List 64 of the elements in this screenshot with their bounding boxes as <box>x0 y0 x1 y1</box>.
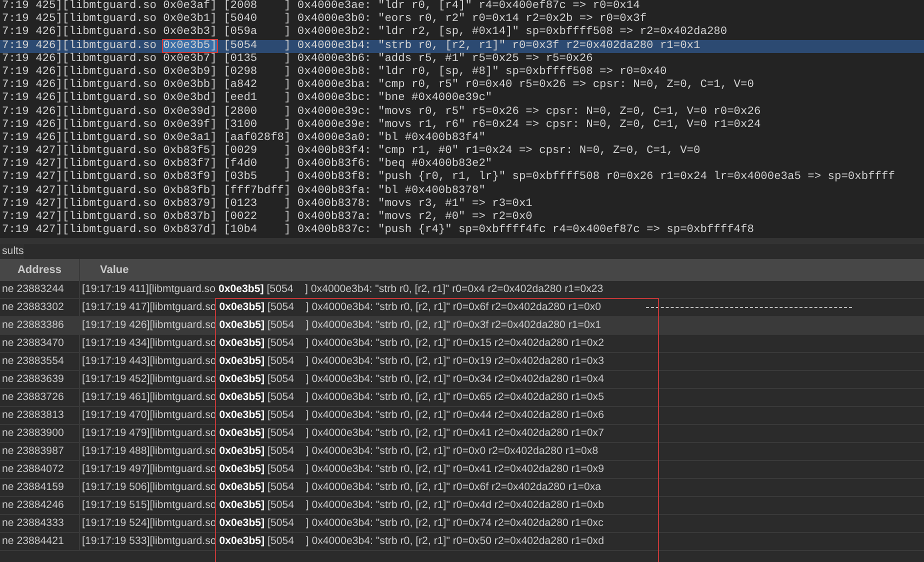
log-line[interactable]: 7:19 426][libmtguard.so 0x0e39d] [2800 ] 0x4000e39c: "movs r0, r5" r5=0x26 => cpsr: N=0, Z=0, C=1, V=0 r0=0x26 <box>0 106 924 119</box>
table-cell-text: [19:17:19 524][libmtguard.so 0x0e3b5] [5054 ] 0x4000e3b4: "strb r0, [r2, r1]" r0=0x74 r2=0x402da280 r1=0xc <box>81 516 604 531</box>
log-line[interactable]: 7:19 426][libmtguard.so 0x0e3bd] [eed1 ] 0x4000e3bc: "bne #0x4000e39c" <box>0 92 924 106</box>
table-cell-text: [19:17:19 452][libmtguard.so 0x0e3b5] [5054 ] 0x4000e3b4: "strb r0, [r2, r1]" r0=0x34 r2=0x402da280 r1=0x4 <box>81 372 604 387</box>
table-cell-text: [19:17:19 426][libmtguard.so 0x0e3b5] [5054 ] 0x4000e3b4: "strb r0, [r2, r1]" r0=0x3f r2=0x402da280 r1=0x1 <box>81 318 602 333</box>
table-cell: ne 23883900 <box>0 425 80 442</box>
result-row[interactable]: ne 23883987 [19:17:19 488][libmtguard.so 0x0e3b5] [5054 ] 0x4000e3b4: "strb r0, [r2, r1]" r0=0x0 r2=0x402da280 r1=0x8 <box>0 443 924 461</box>
result-row[interactable]: ne 23883726 [19:17:19 461][libmtguard.so 0x0e3b5] [5054 ] 0x4000e3b4: "strb r0, [r2, r1]" r0=0x65 r2=0x402da280 r1=0x5 <box>0 389 924 407</box>
table-cell-text: [19:17:19 488][libmtguard.so 0x0e3b5] [5054 ] 0x4000e3b4: "strb r0, [r2, r1]" r0=0x0 r2=0x402da280 r1=0x8 <box>81 444 598 459</box>
column-header[interactable]: Value <box>80 259 129 281</box>
result-row[interactable]: ne 23884421 [19:17:19 533][libmtguard.so 0x0e3b5] [5054 ] 0x4000e3b4: "strb r0, [r2, r1]" r0=0x50 r2=0x402da280 r1=0xd <box>0 533 924 551</box>
log-line[interactable]: 7:19 427][libmtguard.so 0xb83f9] [03b5 ] 0x400b83f8: "push {r0, r1, lr}" sp=0xbffff508 r0=0x26 r1=0x24 lr=0x4000e3a5 => sp=0xbffff <box>0 171 924 185</box>
result-row[interactable]: ne 23884159 [19:17:19 506][libmtguard.so 0x0e3b5] [5054 ] 0x4000e3b4: "strb r0, [r2, r1]" r0=0x6f r2=0x402da280 r1=0xa <box>0 479 924 497</box>
table-cell: ne 23883470 <box>0 335 80 352</box>
table-cell-text: [19:17:19 533][libmtguard.so 0x0e3b5] [5054 ] 0x4000e3b4: "strb r0, [r2, r1]" r0=0x50 r2=0x402da280 r1=0xd <box>81 534 604 549</box>
result-row[interactable]: ne 23883244 [19:17:19 411][libmtguard.so 0x0e3b5] [5054 ] 0x4000e3b4: "strb r0, [r2, r1]" r0=0x4 r2=0x402da280 r1=0x23 <box>0 281 924 299</box>
table-cell: ne 23883639 <box>0 371 80 388</box>
log-line[interactable]: 7:19 427][libmtguard.so 0xb8379] [0123 ] 0x400b8378: "movs r3, #1" => r3=0x1 <box>0 198 924 211</box>
table-cell: ne 23883813 <box>0 407 80 424</box>
result-row[interactable]: ne 23884333 [19:17:19 524][libmtguard.so 0x0e3b5] [5054 ] 0x4000e3b4: "strb r0, [r2, r1]" r0=0x74 r2=0x402da280 r1=0xc <box>0 515 924 533</box>
result-row[interactable]: ne 23884072 [19:17:19 497][libmtguard.so 0x0e3b5] [5054 ] 0x4000e3b4: "strb r0, [r2, r1]" r0=0x41 r2=0x402da280 r1=0x9 <box>0 461 924 479</box>
table-cell: ne 23883386 <box>0 317 80 334</box>
result-row[interactable]: ne 23883470 [19:17:19 434][libmtguard.so 0x0e3b5] [5054 ] 0x4000e3b4: "strb r0, [r2, r1]" r0=0x15 r2=0x402da280 r1=0x2 <box>0 335 924 353</box>
table-cell: ne 23883244 <box>0 281 80 298</box>
log-line[interactable]: 7:19 427][libmtguard.so 0xb83f5] [0029 ] 0x400b83f4: "cmp r1, #0" r1=0x24 => cpsr: N=0, Z=0, C=1, V=0 <box>0 145 924 158</box>
table-cell: ne 23883302 <box>0 299 80 316</box>
log-line[interactable]: 7:19 427][libmtguard.so 0xb837d] [10b4 ] 0x400b837c: "push {r4}" sp=0xbffff4fc r4=0x400ef87c => sp=0xbffff4f8 <box>0 224 924 238</box>
table-cell-text: [19:17:19 506][libmtguard.so 0x0e3b5] [5054 ] 0x4000e3b4: "strb r0, [r2, r1]" r0=0x6f r2=0x402da280 r1=0xa <box>81 480 602 495</box>
table-cell: ne 23884333 <box>0 515 80 532</box>
log-line[interactable]: 7:19 426][libmtguard.so 0x0e3b3] [059a ] 0x4000e3b2: "ldr r2, [sp, #0x14]" sp=0xbffff508 => r2=0x402da280 <box>0 26 924 40</box>
log-line[interactable]: 7:19 427][libmtguard.so 0xb837b] [0022 ] 0x400b837a: "movs r2, #0" => r2=0x0 <box>0 211 924 224</box>
table-cell-text: [19:17:19 434][libmtguard.so 0x0e3b5] [5054 ] 0x4000e3b4: "strb r0, [r2, r1]" r0=0x15 r2=0x402da280 r1=0x2 <box>81 336 604 351</box>
table-cell-text: [19:17:19 443][libmtguard.so 0x0e3b5] [5054 ] 0x4000e3b4: "strb r0, [r2, r1]" r0=0x19 r2=0x402da280 r1=0x3 <box>81 354 604 369</box>
result-row[interactable]: ne 23883554 [19:17:19 443][libmtguard.so 0x0e3b5] [5054 ] 0x4000e3b4: "strb r0, [r2, r1]" r0=0x19 r2=0x402da280 r1=0x3 <box>0 353 924 371</box>
log-line[interactable]: 7:19 426][libmtguard.so 0x0e39f] [3100 ] 0x4000e39e: "movs r1, r6" r6=0x24 => cpsr: N=0, Z=0, C=1, V=0 r1=0x24 <box>0 118 924 132</box>
table-cell-text: [19:17:19 497][libmtguard.so 0x0e3b5] [5054 ] 0x4000e3b4: "strb r0, [r2, r1]" r0=0x41 r2=0x402da280 r1=0x9 <box>81 462 604 477</box>
table-cell: ne 23884159 <box>0 479 80 496</box>
table-cell-text: [19:17:19 417][libmtguard.so 0x0e3b5] [5054 ] 0x4000e3b4: "strb r0, [r2, r1]" r0=0x6f r2=0x402da280 r1=0x0 <box>81 300 602 315</box>
table-cell-text: [19:17:19 411][libmtguard.so 0x0e3b5] [5054 ] 0x4000e3b4: "strb r0, [r2, r1]" r0=0x4 r2=0x402da280 r1=0x23 <box>81 282 604 297</box>
log-line[interactable]: 7:19 426][libmtguard.so 0x0e3a1] [aaf028f8] 0x4000e3a0: "bl #0x400b83f4" <box>0 132 924 146</box>
log-line[interactable]: 7:19 425][libmtguard.so 0x0e3af] [2008 ] 0x4000e3ae: "ldr r0, [r4]" r4=0x400ef87c => r0=0x14 <box>0 0 924 14</box>
table-cell: ne 23884421 <box>0 533 80 550</box>
log-line[interactable]: 7:19 426][libmtguard.so 0x0e3bb] [a842 ] 0x4000e3ba: "cmp r0, r5" r0=0x40 r5=0x26 => cpsr: N=0, Z=0, C=1, V=0 <box>0 79 924 92</box>
result-row[interactable]: ne 23883386 [19:17:19 426][libmtguard.so 0x0e3b5] [5054 ] 0x4000e3b4: "strb r0, [r2, r1]" r0=0x3f r2=0x402da280 r1=0x1 <box>0 317 924 335</box>
table-cell-text: [19:17:19 470][libmtguard.so 0x0e3b5] [5054 ] 0x4000e3b4: "strb r0, [r2, r1]" r0=0x44 r2=0x402da280 r1=0x6 <box>81 408 604 423</box>
panel-title: sults <box>0 244 24 259</box>
result-row[interactable]: ne 23883900 [19:17:19 479][libmtguard.so 0x0e3b5] [5054 ] 0x4000e3b4: "strb r0, [r2, r1]" r0=0x41 r2=0x402da280 r1=0x7 <box>0 425 924 443</box>
table-cell: ne 23884246 <box>0 497 80 514</box>
table-cell: ne 23883987 <box>0 443 80 460</box>
table-cell-text: [19:17:19 515][libmtguard.so 0x0e3b5] [5054 ] 0x4000e3b4: "strb r0, [r2, r1]" r0=0x4d r2=0x402da280 r1=0xb <box>81 498 604 513</box>
result-row[interactable]: ne 23883639 [19:17:19 452][libmtguard.so 0x0e3b5] [5054 ] 0x4000e3b4: "strb r0, [r2, r1]" r0=0x34 r2=0x402da280 r1=0x4 <box>0 371 924 389</box>
table-cell-text: [19:17:19 461][libmtguard.so 0x0e3b5] [5054 ] 0x4000e3b4: "strb r0, [r2, r1]" r0=0x65 r2=0x402da280 r1=0x5 <box>81 390 604 405</box>
table-cell: ne 23883726 <box>0 389 80 406</box>
table-cell-text: [19:17:19 479][libmtguard.so 0x0e3b5] [5054 ] 0x4000e3b4: "strb r0, [r2, r1]" r0=0x41 r2=0x402da280 r1=0x7 <box>81 426 604 441</box>
log-line[interactable]: 7:19 426][libmtguard.so 0x0e3b9] [0298 ] 0x4000e3b8: "ldr r0, [sp, #8]" sp=0xbffff508 => r0=0x40 <box>0 66 924 80</box>
result-row[interactable]: ne 23883813 [19:17:19 470][libmtguard.so 0x0e3b5] [5054 ] 0x4000e3b4: "strb r0, [r2, r1]" r0=0x44 r2=0x402da280 r1=0x6 <box>0 407 924 425</box>
log-line[interactable]: 7:19 425][libmtguard.so 0x0e3b1] [5040 ] 0x4000e3b0: "eors r0, r2" r0=0x14 r2=0x2b => r0=0x3f <box>0 13 924 26</box>
result-row[interactable]: ne 23884246 [19:17:19 515][libmtguard.so 0x0e3b5] [5054 ] 0x4000e3b4: "strb r0, [r2, r1]" r0=0x4d r2=0x402da280 r1=0xb <box>0 497 924 515</box>
table-cell: ne 23883554 <box>0 353 80 370</box>
table-cell: ne 23884072 <box>0 461 80 478</box>
log-line[interactable]: 7:19 427][libmtguard.so 0xb83fb] [fff7bdff] 0x400b83fa: "bl #0x400b8378" <box>0 184 924 198</box>
column-header[interactable]: Address <box>0 259 80 281</box>
log-line[interactable]: 7:19 427][libmtguard.so 0xb83f7] [f4d0 ] 0x400b83f6: "beq #0x400b83e2" <box>0 158 924 172</box>
log-line[interactable]: 7:19 426][libmtguard.so 0x0e3b7] [0135 ] 0x4000e3b6: "adds r5, #1" r5=0x25 => r5=0x26 <box>0 52 924 66</box>
